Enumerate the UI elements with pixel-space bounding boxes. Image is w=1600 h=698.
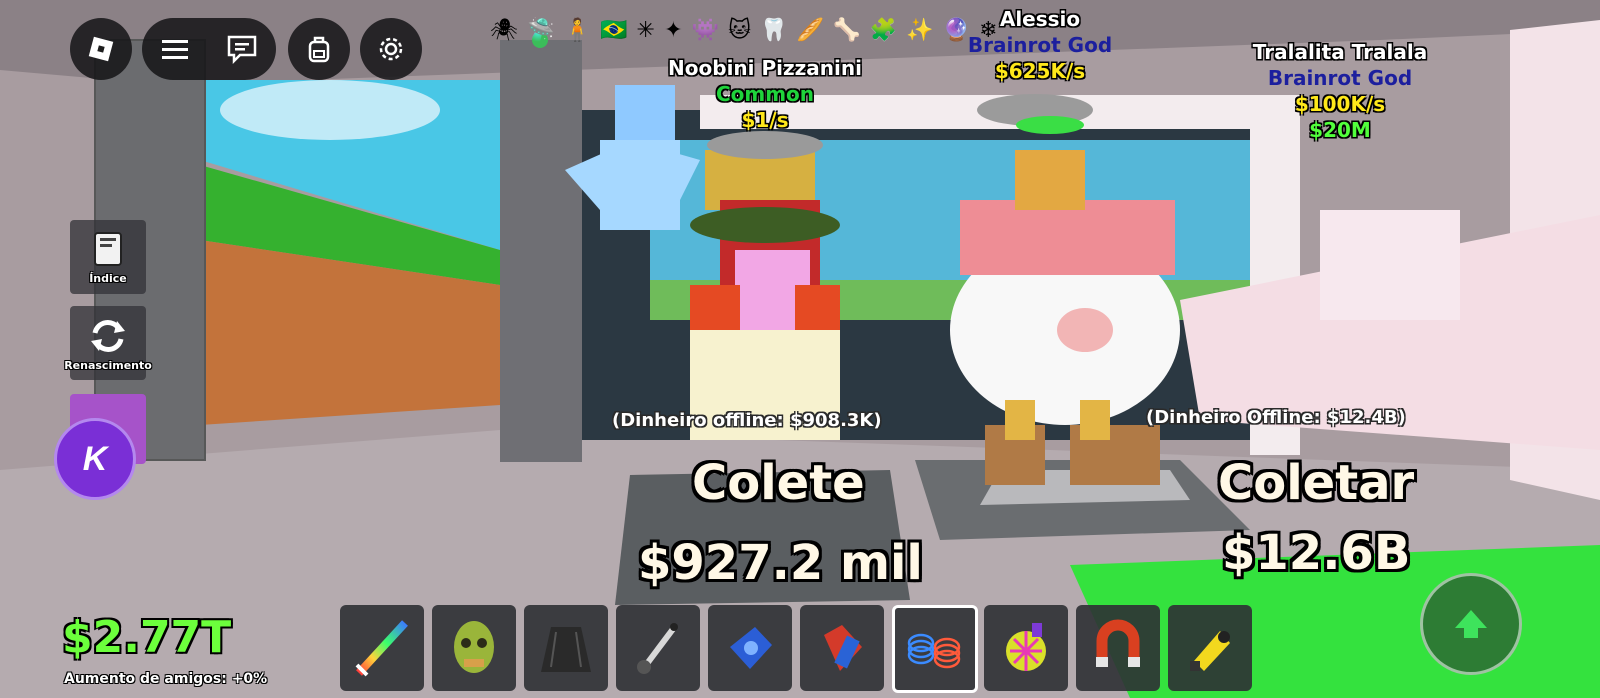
settings-button[interactable]	[360, 18, 422, 80]
blue-gauntlet-icon	[730, 627, 772, 669]
yellow-drill-icon	[1190, 631, 1230, 671]
collect-button-left[interactable]: Colete	[692, 455, 865, 511]
brainrot-rate: $625K/s	[994, 59, 1086, 83]
hotbar-slot-5[interactable]	[708, 605, 792, 691]
magnet-icon	[1096, 619, 1140, 667]
bone-icon: 🦴	[833, 18, 861, 43]
jump-button[interactable]	[1420, 573, 1522, 675]
sparkle-icon: ✳	[636, 18, 655, 43]
nyan-cat-icon: 🐱	[728, 18, 752, 43]
slinky-coil-icon	[907, 633, 961, 669]
bread-icon: 🥖	[796, 18, 825, 43]
hotbar-slot-9[interactable]	[1076, 605, 1160, 691]
hotbar-slot-6[interactable]	[800, 605, 884, 691]
book-icon	[94, 231, 122, 266]
index-button[interactable]: Índice	[70, 220, 146, 294]
dark-cape-icon	[541, 627, 591, 672]
brainrot-rarity: Common	[715, 82, 815, 106]
rebirth-label: Renascimento	[64, 358, 152, 372]
brazil-flag-icon: 🇧🇷	[600, 18, 628, 43]
green-skull-mask-icon	[454, 621, 494, 673]
rebirth-button[interactable]: Renascimento	[64, 306, 152, 380]
collect-amount-left: $927.2 mil	[638, 535, 923, 591]
up-arrow-icon	[1455, 610, 1487, 638]
hotbar-slot-1[interactable]	[340, 605, 424, 691]
red-blue-totem-icon	[824, 625, 862, 671]
alessio-billboard: Alessio Brainrot God $625K/s	[950, 6, 1130, 84]
collect-button-right[interactable]: Coletar	[1218, 455, 1414, 511]
offline-money-right: (Dinheiro Offline: $12.4B)	[1146, 407, 1406, 428]
offline-money-left: (Dinheiro offline: $908.3K)	[612, 410, 882, 431]
star-icon: ✦	[664, 18, 683, 43]
roblox-logo-icon	[88, 36, 114, 62]
chat-button[interactable]	[226, 34, 258, 64]
chat-icon	[227, 35, 257, 64]
collect-amount-right: $12.6B	[1222, 525, 1411, 581]
hotbar-slot-7[interactable]	[892, 605, 978, 693]
brainrot-rarity: Brainrot God	[967, 33, 1113, 57]
hamburger-menu-button[interactable]	[160, 37, 190, 61]
hotbar-slot-10[interactable]	[1168, 605, 1252, 691]
tooth-icon: 🦷	[760, 18, 788, 43]
hotbar-slot-8[interactable]	[984, 605, 1068, 691]
disco-ball-icon	[1006, 623, 1046, 671]
refresh-icon	[91, 319, 125, 352]
k-logo-icon: K	[82, 439, 108, 478]
grapple-hook-icon	[637, 623, 678, 674]
friend-boost-label: Aumento de amigos: +0%	[64, 671, 268, 687]
rainbow-sword-icon	[355, 620, 408, 677]
brainrot-name: Tralalita Tralala	[1252, 40, 1428, 64]
brainrot-rate: $1/s	[741, 108, 789, 132]
hotbar-slot-3[interactable]	[524, 605, 608, 691]
puzzle-icon: 🧩	[869, 18, 898, 43]
invader-icon: 👾	[691, 18, 719, 43]
hotbar-slot-4[interactable]	[616, 605, 700, 691]
hotbar-slot-2[interactable]	[432, 605, 516, 691]
kick-button[interactable]: K	[54, 418, 136, 500]
brainrot-price: $20M	[1309, 118, 1371, 142]
menu-icon	[162, 40, 188, 59]
tralalita-billboard: Tralalita Tralala Brainrot God $100K/s $…	[1225, 39, 1455, 143]
brainrot-name: Noobini Pizzanini	[668, 56, 862, 80]
noobini-billboard: Noobini Pizzanini Common $1/s	[640, 55, 890, 133]
roblox-menu-button[interactable]	[70, 18, 132, 80]
spider-icon: 🕷	[490, 18, 518, 43]
brainrot-rate: $100K/s	[1294, 92, 1386, 116]
gear-icon	[379, 37, 403, 61]
figure-icon: 🧍	[563, 18, 591, 43]
brainrot-name: Alessio	[999, 7, 1081, 31]
menu-chat-group	[142, 18, 276, 80]
backpack-icon	[308, 36, 330, 63]
ufo-icon: 🛸	[527, 18, 555, 43]
index-label: Índice	[89, 271, 127, 285]
brainrot-rarity: Brainrot God	[1267, 66, 1413, 90]
backpack-button[interactable]	[288, 18, 350, 80]
glitter-icon: ✨	[906, 18, 934, 43]
money-display: $2.77T	[62, 612, 232, 663]
